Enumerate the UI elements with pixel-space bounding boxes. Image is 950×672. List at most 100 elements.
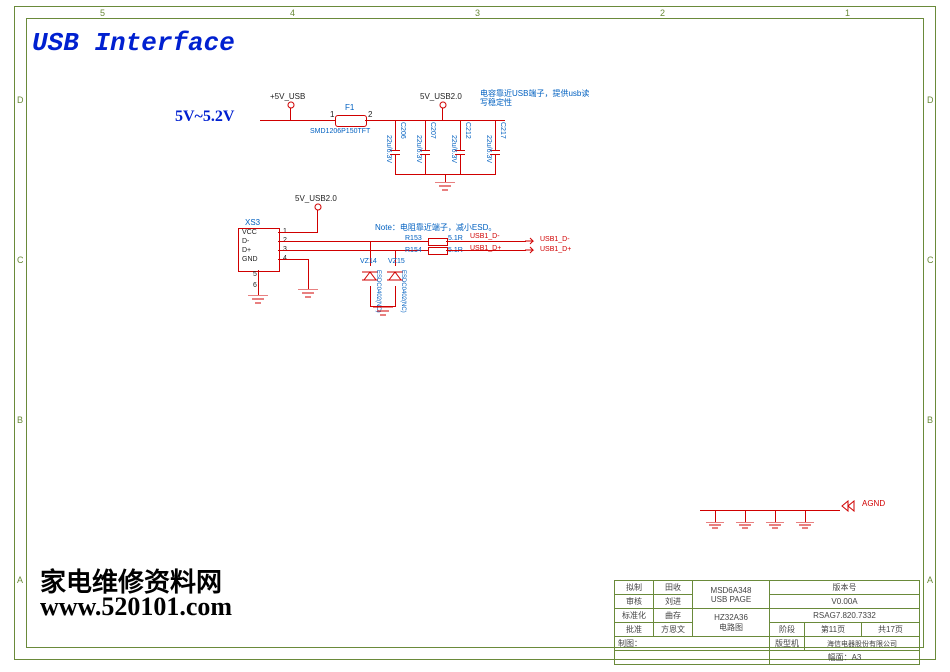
port-usb1-dp: USB1_D+ [540, 246, 571, 253]
wire [258, 270, 259, 295]
wire [460, 154, 461, 174]
title-block: 拟制田收 MSD6A348USB PAGE 版本号 审核刘进 V0.00A 标准… [614, 580, 920, 665]
wire [700, 510, 840, 511]
grid-top-5: 5 [100, 8, 105, 18]
wire [495, 154, 496, 174]
grid-side-b-r: B [927, 415, 933, 425]
ground-icon [706, 522, 724, 532]
tb-r3c2: 曲存 [654, 609, 693, 623]
tb-size: 幅面：A3 [770, 651, 920, 665]
vz15-ref: VZ15 [388, 258, 405, 265]
voltage-label: 5V~5.2V [175, 108, 234, 126]
c217-val: 22u/6.3V [485, 135, 492, 163]
c212-ref: C212 [464, 122, 471, 139]
tb-proj3: HZ32A36电路图 [693, 609, 770, 637]
grid-side-a-r: A [927, 575, 933, 585]
ground-icon [796, 522, 814, 532]
tb-ver-h: 版本号 [770, 581, 920, 595]
wire [395, 286, 396, 306]
wire [495, 120, 496, 150]
tb-r1c1: 拟制 [615, 581, 654, 595]
c212-val: 22u/6.3V [450, 135, 457, 163]
tb-ver: V0.00A [770, 595, 920, 609]
power-arrow-icon [438, 100, 448, 110]
tb-draw: 制图： [615, 637, 770, 651]
wire [442, 108, 443, 120]
power-arrow-icon [313, 202, 323, 212]
wire [425, 154, 426, 174]
xs3-pin-vcc: VCC [242, 229, 257, 236]
ground-icon [373, 307, 393, 319]
pin-2: 2 [368, 110, 372, 119]
wire [290, 108, 291, 120]
tb-stage-h: 阶段 [770, 623, 805, 637]
tb-proj1: MSD6A348USB PAGE [693, 581, 770, 609]
tb-page: 第11页 [805, 623, 862, 637]
r154 [428, 247, 448, 255]
ground-icon [298, 289, 318, 301]
fuse-f1 [335, 115, 367, 127]
wire [395, 154, 396, 174]
tb-r2c1: 审核 [615, 595, 654, 609]
f1-val: SMD1206P150TFT [310, 128, 370, 135]
net-agnd: AGND [862, 499, 885, 508]
port-arrow-icon [525, 246, 539, 254]
net-usb1-dp: USB1_D+ [470, 245, 501, 252]
tb-r2c2: 刘进 [654, 595, 693, 609]
xs3-pin-dm: D- [242, 238, 249, 245]
c207-val: 22u/6.3V [415, 135, 422, 163]
r153 [428, 238, 448, 246]
wire [775, 510, 776, 522]
c207-ref: C207 [429, 122, 436, 139]
xs3-pin-dp: D+ [242, 247, 251, 254]
grid-side-b: B [17, 415, 23, 425]
pin-6b: 6 [253, 282, 257, 289]
r153-ref: R153 [405, 235, 422, 242]
grid-top-4: 4 [290, 8, 295, 18]
grid-top-1: 1 [845, 8, 850, 18]
tb-r4c2: 方恩文 [654, 623, 693, 637]
tb-r4c1: 批准 [615, 623, 654, 637]
grid-side-c-r: C [927, 255, 934, 265]
grid-side-d-r: D [927, 95, 934, 105]
vz14-ref: VZ14 [360, 258, 377, 265]
grid-side-c: C [17, 255, 24, 265]
ground-icon [736, 522, 754, 532]
ground-icon [435, 182, 455, 194]
grid-top-2: 2 [660, 8, 665, 18]
wire [308, 259, 309, 289]
cap-note: 电容靠近USB端子，提供usb读写稳定性 [480, 90, 590, 108]
wire [805, 510, 806, 522]
c206-ref: C206 [399, 122, 406, 139]
wire [425, 120, 426, 150]
wire [446, 241, 526, 242]
xs3-ref: XS3 [245, 218, 260, 227]
tb-pages: 共17页 [861, 623, 919, 637]
wire [445, 174, 446, 182]
wire [460, 120, 461, 150]
wire [745, 510, 746, 522]
wire [715, 510, 716, 522]
r154-ref: R154 [405, 247, 422, 254]
f1-ref: F1 [345, 103, 354, 112]
ground-icon [766, 522, 784, 532]
page-title: USB Interface [32, 28, 235, 58]
grid-side-d: D [17, 95, 24, 105]
watermark-url: www.520101.com [40, 592, 232, 622]
esd-note: Note：电阻靠近端子，减小ESD。 [375, 222, 496, 233]
ground-icon [248, 295, 268, 307]
wire [260, 120, 335, 121]
pin-1: 1 [330, 110, 334, 119]
wire [278, 232, 318, 233]
wire [317, 210, 318, 232]
wire [395, 120, 396, 150]
vz15-val: ESDC0402(NC) [400, 270, 406, 313]
inner-border [26, 18, 924, 648]
power-arrow-icon [286, 100, 296, 110]
net-usb1-dm: USB1_D- [470, 233, 500, 240]
wire [365, 120, 505, 121]
tb-r3c1: 标准化 [615, 609, 654, 623]
port-arrow-icon [840, 500, 860, 512]
tb-doc: RSAG7.820.7332 [770, 609, 920, 623]
port-arrow-icon [525, 237, 539, 245]
